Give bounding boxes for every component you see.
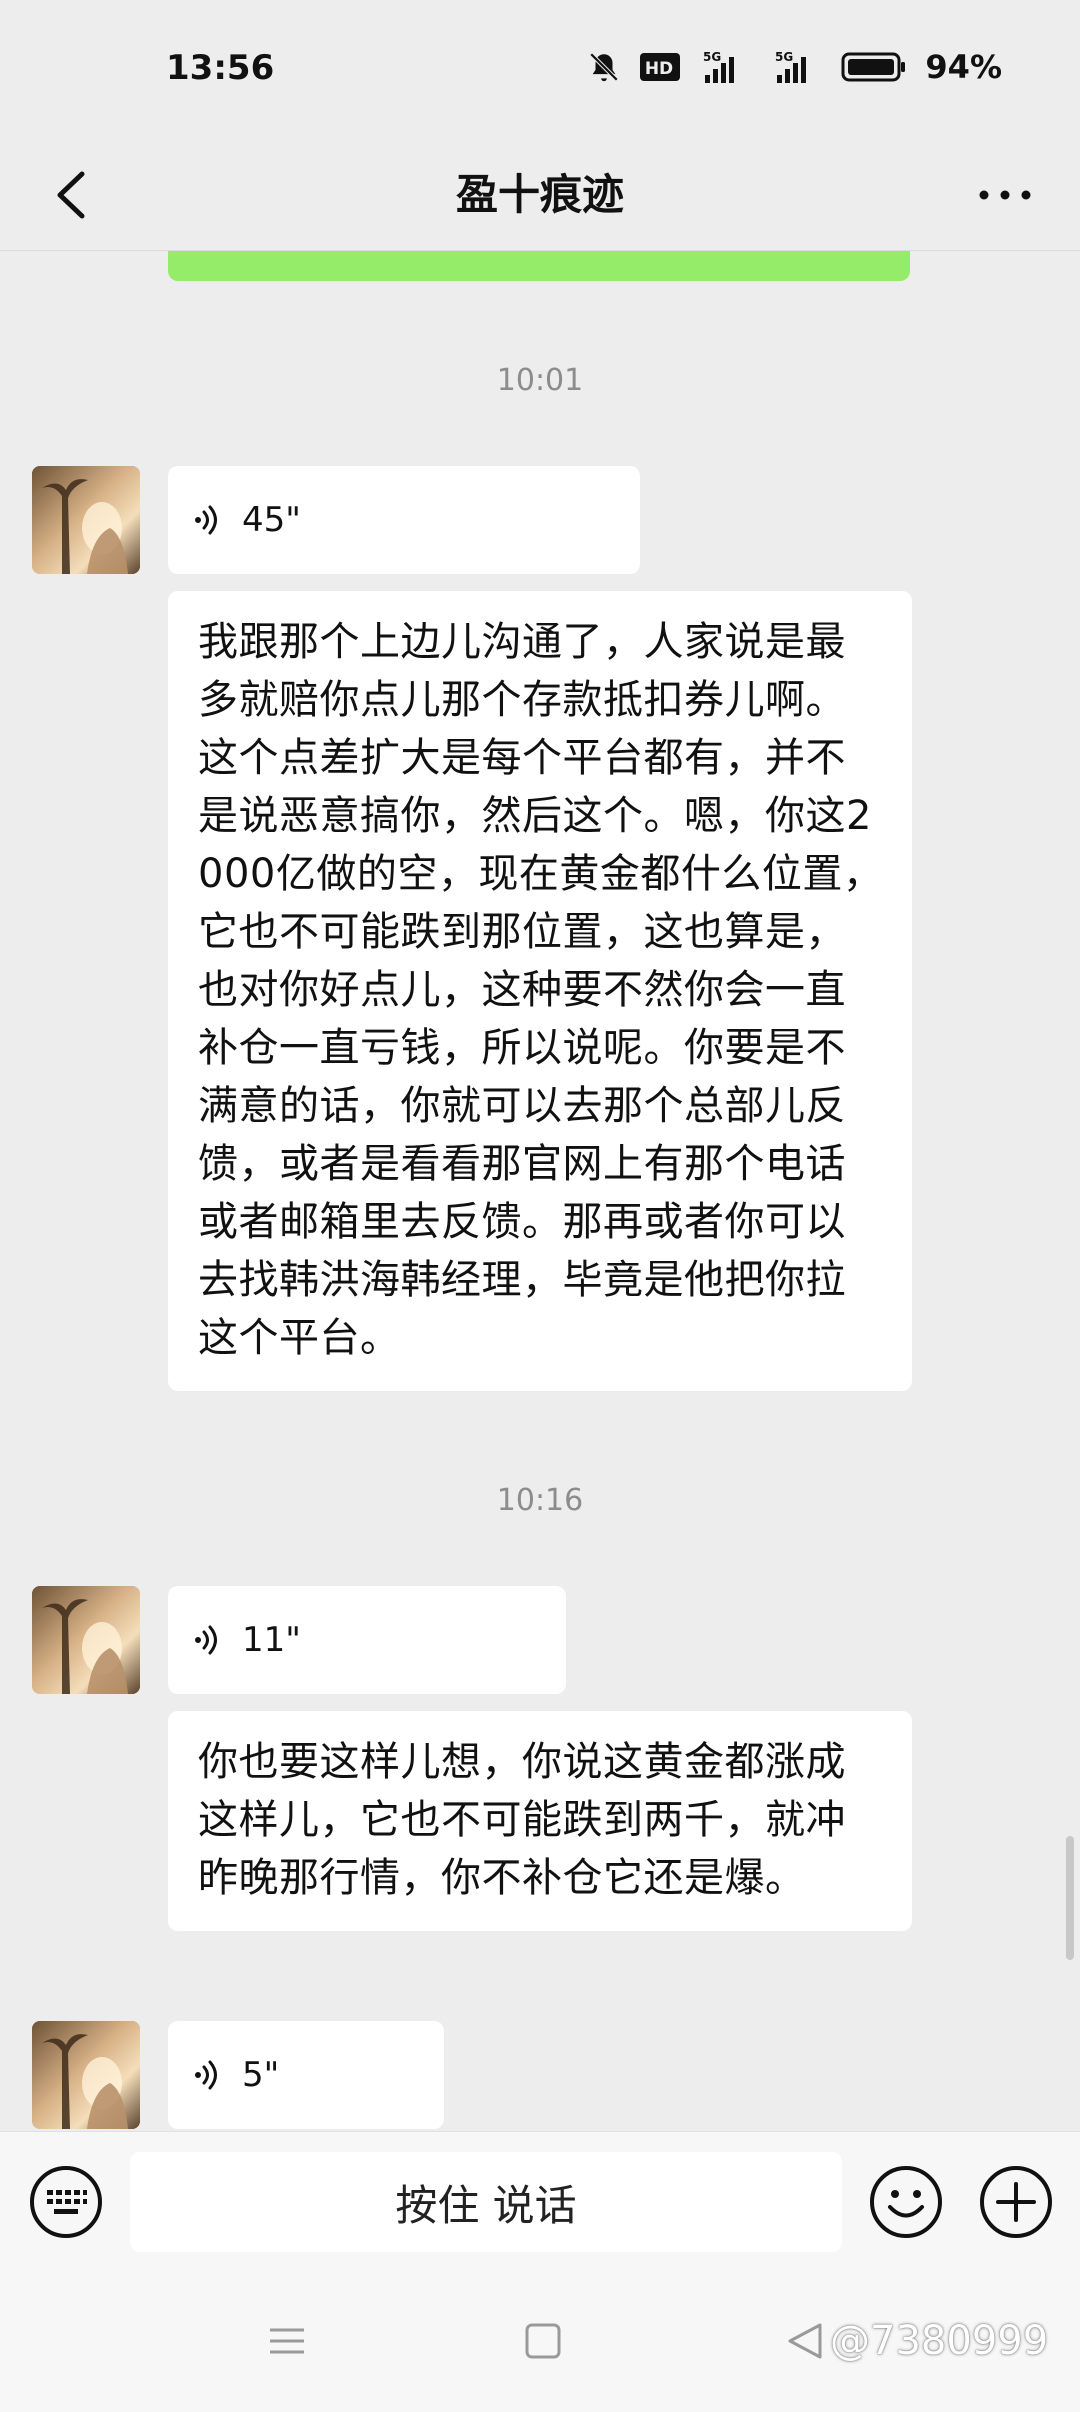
avatar[interactable] bbox=[32, 466, 140, 574]
voice-wave-icon bbox=[195, 505, 217, 535]
voice-transcript-text[interactable]: 你也要这样儿想，你说这黄金都涨成这样儿，它也不可能跌到两千，就冲昨晚那行情，你不… bbox=[168, 1711, 912, 1931]
svg-text:5G: 5G bbox=[703, 50, 721, 64]
voice-duration: 45" bbox=[242, 500, 301, 540]
svg-text:HD: HD bbox=[645, 59, 673, 79]
chat-area[interactable]: 10:01 45" 我跟那个上边儿沟通了，人家说是最多就赔你点儿那个存款抵扣券儿… bbox=[0, 251, 1080, 2131]
chat-header: 盈十痕迹 bbox=[0, 140, 1080, 251]
voice-message-bubble[interactable]: 45" bbox=[168, 466, 640, 574]
voice-wave-icon bbox=[195, 1625, 217, 1655]
system-nav-bar: @7380999 bbox=[0, 2272, 1080, 2412]
menu-icon[interactable] bbox=[262, 2316, 312, 2366]
5g-signal-icon: 5G bbox=[703, 50, 735, 83]
battery-percent: 94% bbox=[925, 48, 1002, 86]
status-time: 13:56 bbox=[166, 48, 275, 88]
plus-icon[interactable] bbox=[976, 2162, 1056, 2242]
voice-duration: 5" bbox=[242, 2055, 280, 2095]
chat-scrollbar[interactable] bbox=[1066, 1836, 1074, 1960]
message-timestamp: 10:01 bbox=[496, 363, 584, 398]
avatar[interactable] bbox=[32, 2021, 140, 2129]
more-dots-icon[interactable] bbox=[970, 160, 1040, 230]
status-bar: 13:56 HD 5G 5G 94% bbox=[0, 0, 1080, 140]
bell-off-icon bbox=[590, 52, 619, 82]
hd-icon: HD bbox=[640, 53, 681, 81]
voice-transcript-text[interactable]: 我跟那个上边儿沟通了，人家说是最多就赔你点儿那个存款抵扣券儿啊。这个点差扩大是每… bbox=[168, 591, 912, 1391]
emoji-icon[interactable] bbox=[866, 2162, 946, 2242]
chat-title: 盈十痕迹 bbox=[455, 170, 624, 219]
voice-duration: 11" bbox=[242, 1620, 301, 1660]
svg-text:5G: 5G bbox=[775, 50, 793, 64]
battery-icon bbox=[841, 52, 906, 82]
back-triangle-icon[interactable] bbox=[780, 2316, 830, 2366]
avatar[interactable] bbox=[32, 1586, 140, 1694]
keyboard-icon[interactable] bbox=[26, 2162, 106, 2242]
home-icon[interactable] bbox=[518, 2316, 568, 2366]
message-timestamp: 10:16 bbox=[496, 1483, 584, 1518]
input-bar: 按住 说话 bbox=[0, 2131, 1080, 2272]
hold-to-talk-button[interactable]: 按住 说话 bbox=[130, 2152, 842, 2252]
voice-wave-icon bbox=[195, 2060, 217, 2090]
5g-signal-icon: 5G bbox=[775, 50, 807, 83]
voice-message-bubble[interactable]: 11" bbox=[168, 1586, 566, 1694]
status-icons: HD 5G 5G 94% bbox=[587, 48, 1002, 86]
voice-message-bubble[interactable]: 5" bbox=[168, 2021, 444, 2129]
watermark-text: @7380999 bbox=[830, 2318, 1049, 2364]
sent-message-bubble[interactable] bbox=[168, 251, 910, 281]
